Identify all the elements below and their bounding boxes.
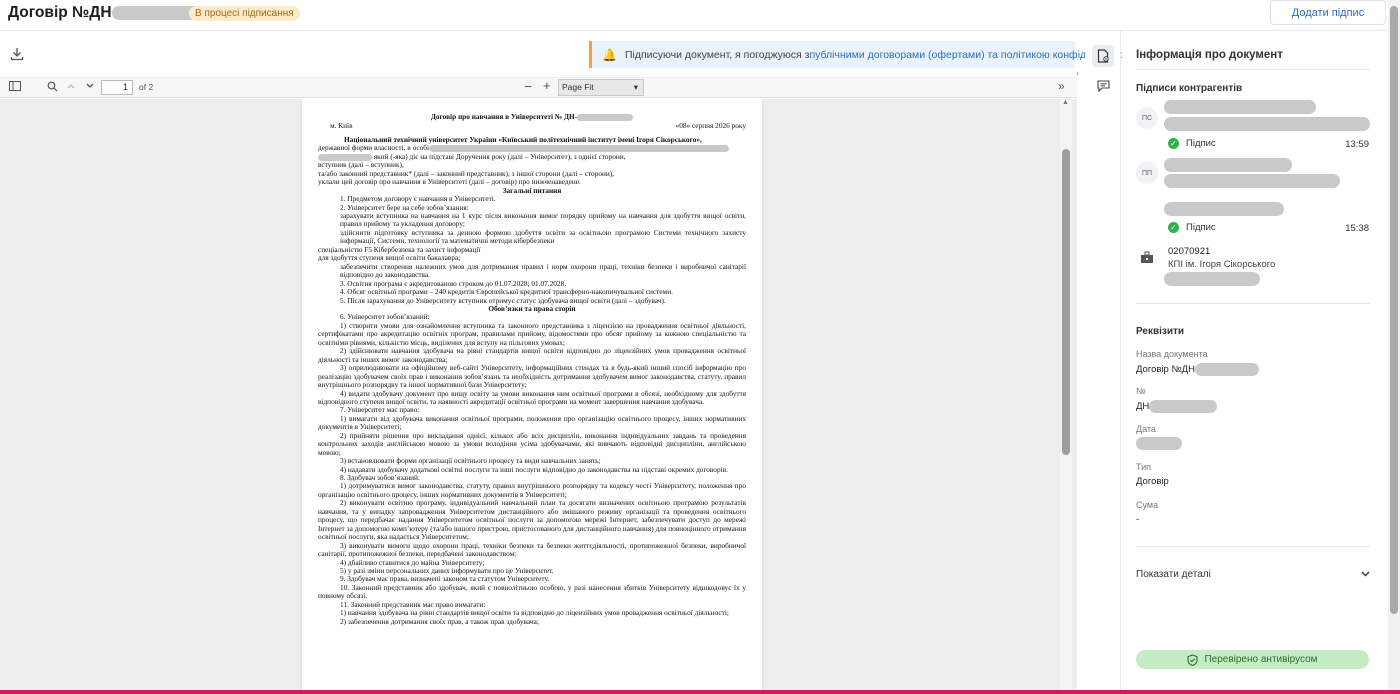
- place-date-row: м. Київ «08» серпня 2026 року: [318, 121, 746, 131]
- redacted-signer-detail: [1164, 117, 1370, 131]
- redacted-signer-detail: [1164, 202, 1284, 216]
- chevron-down-icon: ▾: [633, 82, 638, 92]
- field-label: Назва документа: [1136, 349, 1208, 359]
- next-page-icon[interactable]: [85, 81, 95, 94]
- signature-time: 13:59: [1345, 139, 1369, 150]
- organization-icon: [1136, 246, 1158, 268]
- doc-line: забезпечити створення належних умов для …: [340, 261, 746, 280]
- bell-icon: 🔔: [602, 47, 617, 62]
- counterparties-heading: Підписи контрагентів: [1136, 83, 1243, 94]
- document-scrollbar[interactable]: ▲: [1060, 99, 1072, 694]
- top-bar: Договір №ДН В процесі підписання Додати …: [0, 0, 1400, 31]
- redacted-signer-name: [1164, 100, 1316, 114]
- page-number-input[interactable]: 1: [101, 80, 133, 95]
- doc-line: 3) оприлюднювати на офіційному веб-сайті…: [318, 363, 746, 390]
- document-title-text: Договір №ДН: [8, 4, 112, 21]
- page-scrollbar-thumb[interactable]: [1390, 6, 1398, 614]
- doc-line: 3) виконувати вимоги щодо охорони праці,…: [318, 540, 746, 559]
- antivirus-badge: Перевірено антивірусом: [1136, 650, 1369, 669]
- document-date: «08» серпня 2026 року: [675, 121, 746, 131]
- document-area: 🔔 Підписуючи документ, я погоджуюся з пу…: [0, 31, 1136, 694]
- zoom-out-button[interactable]: −: [524, 78, 532, 94]
- signature-status: ✓ Підпис: [1168, 222, 1216, 233]
- tools-expand-icon[interactable]: »: [1058, 79, 1065, 93]
- avatar: ПП: [1136, 162, 1158, 184]
- scrollbar-thumb[interactable]: [1062, 149, 1070, 455]
- show-details-toggle[interactable]: Показати деталі: [1136, 569, 1370, 580]
- document-city: м. Київ: [330, 121, 353, 131]
- org-name: КПІ ім. Ігоря Сікорського: [1168, 259, 1276, 270]
- doc-line: 2) забезпечення дотримання своїх прав, а…: [340, 616, 539, 626]
- collapse-panel-icon[interactable]: ›: [1076, 68, 1079, 78]
- show-details-label: Показати деталі: [1136, 569, 1211, 580]
- signature-status: ✓ Підпис: [1168, 138, 1216, 149]
- zoom-value: Page Fit: [562, 82, 594, 92]
- document-number-value: ДН: [1136, 400, 1218, 413]
- document-type-value: Договір: [1136, 476, 1169, 487]
- zoom-select[interactable]: Page Fit ▾: [558, 79, 644, 96]
- check-icon: ✓: [1168, 222, 1179, 233]
- notice-text: Підписуючи документ, я погоджуюся з: [624, 48, 810, 61]
- panel-title: Інформація про документ: [1136, 49, 1283, 61]
- doc-line: 2) здійснювати навчання здобувача на рів…: [318, 346, 746, 364]
- download-icon[interactable]: [9, 46, 25, 62]
- bottom-accent-strip: [0, 690, 1400, 694]
- antivirus-label: Перевірено антивірусом: [1204, 654, 1318, 665]
- divider: [1136, 69, 1370, 70]
- signature-time: 15:38: [1345, 223, 1369, 234]
- scroll-up-icon[interactable]: ▲: [1062, 99, 1069, 106]
- pdf-viewer[interactable]: Договір про навчання в Університеті № ДН…: [0, 99, 1077, 694]
- divider: [1136, 303, 1370, 304]
- shield-check-icon: [1187, 653, 1199, 666]
- add-signature-button[interactable]: Додати підпис: [1270, 0, 1386, 25]
- doc-line: 4) видати здобувачу документ про вищу ос…: [318, 388, 746, 406]
- redacted-signer-detail: [1164, 174, 1340, 188]
- document-date-value: [1136, 437, 1182, 450]
- search-icon[interactable]: [47, 81, 58, 95]
- field-label: Сума: [1136, 500, 1159, 510]
- document-info-icon[interactable]: [1092, 45, 1114, 67]
- doc-line: зарахувати вступника на навчання на 1 ку…: [340, 210, 746, 229]
- page-scrollbar[interactable]: [1388, 0, 1400, 694]
- comments-icon[interactable]: [1092, 75, 1114, 97]
- doc-line: 1) дотримуватися вимог законодавства, ст…: [318, 481, 746, 499]
- field-label: Тип: [1136, 462, 1152, 472]
- redacted-signer-name: [1164, 158, 1292, 172]
- previous-page-icon[interactable]: [66, 81, 76, 94]
- org-code: 02070921: [1168, 246, 1211, 257]
- doc-line: 1) вимагати від здобувача виконання осві…: [318, 413, 746, 432]
- page-title: Договір №ДН: [8, 4, 206, 22]
- doc-line: 2) прийняти рішення про викладання одніє…: [318, 430, 746, 457]
- requisites-heading: Реквізити: [1136, 326, 1185, 337]
- page-total: of 2: [139, 82, 154, 92]
- chevron-down-icon: [1361, 569, 1370, 580]
- document-info-panel: Інформація про документ Підписи контраге…: [1122, 31, 1385, 694]
- pdf-page: Договір про навчання в Університеті № ДН…: [302, 99, 762, 694]
- document-name-value: Договір №ДН: [1136, 363, 1259, 376]
- zoom-in-button[interactable]: +: [543, 78, 551, 93]
- status-badge: В процесі підписання: [189, 6, 300, 21]
- document-sum-value: -: [1136, 514, 1140, 525]
- document-heading: Договір про навчання в Університеті № ДН…: [318, 112, 746, 121]
- consent-notice: 🔔 Підписуючи документ, я погоджуюся з пу…: [589, 41, 1136, 68]
- check-icon: ✓: [1168, 138, 1179, 149]
- doc-line: 10. Законний представник або здобувач, я…: [318, 582, 746, 601]
- doc-line: 2) виконувати освітню програму, індивіду…: [318, 498, 746, 542]
- side-tool-strip: ›: [1076, 31, 1121, 694]
- doc-line: здійснити підготовку вступника за денною…: [340, 227, 746, 246]
- sidebar-toggle-icon[interactable]: [9, 81, 21, 95]
- field-label: №: [1136, 386, 1146, 396]
- redacted-org-detail: [1164, 272, 1260, 286]
- doc-line: 1) створити умови для ознайомлення вступ…: [318, 320, 746, 347]
- divider: [1136, 546, 1370, 547]
- field-label: Дата: [1136, 424, 1156, 434]
- avatar: ПС: [1136, 107, 1158, 129]
- pdf-toolbar: 1 of 2 − + Page Fit ▾ »: [0, 77, 1077, 98]
